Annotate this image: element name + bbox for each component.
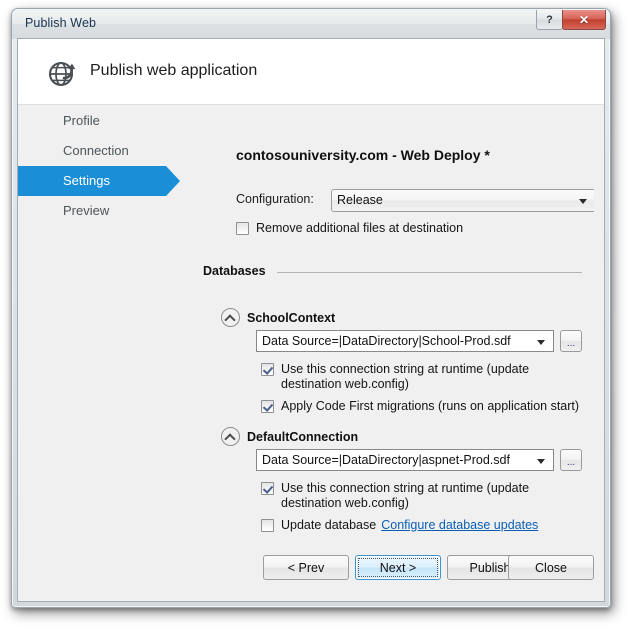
- prev-button[interactable]: < Prev: [263, 555, 349, 580]
- close-dialog-button[interactable]: Close: [508, 555, 594, 580]
- close-icon[interactable]: ✕: [562, 10, 606, 30]
- focus-ring: [358, 558, 438, 577]
- checkbox-box: [261, 519, 274, 532]
- checkbox-box: [236, 222, 249, 235]
- connection-string-row: Data Source=|DataDirectory|aspnet-Prod.s…: [256, 449, 582, 471]
- chevron-down-icon: [537, 459, 545, 464]
- checkbox-label: Update database: [281, 518, 377, 532]
- publish-web-dialog: Publish Web ? ✕ Publish web application: [11, 8, 611, 608]
- chevron-down-icon: [579, 199, 587, 204]
- sidebar-item-label: Settings: [63, 173, 110, 188]
- checkbox-box: [261, 400, 274, 413]
- sidebar-item-profile[interactable]: Profile: [18, 106, 203, 136]
- connection-string-value: Data Source=|DataDirectory|School-Prod.s…: [262, 334, 511, 348]
- database-name: DefaultConnection: [247, 429, 359, 444]
- wizard-sidebar: Profile Connection Settings Preview: [18, 106, 203, 601]
- chevron-up-icon[interactable]: [221, 308, 240, 327]
- use-connection-string-checkbox[interactable]: Use this connection string at runtime (u…: [261, 362, 582, 392]
- configuration-select[interactable]: Release: [331, 189, 594, 212]
- sidebar-item-label: Preview: [63, 203, 110, 218]
- sidebar-item-label: Profile: [63, 113, 100, 128]
- checkbox-box: [261, 363, 274, 376]
- sidebar-item-connection[interactable]: Connection: [18, 136, 203, 166]
- remove-additional-files-checkbox[interactable]: Remove additional files at destination: [236, 221, 463, 236]
- button-label: Publish: [469, 560, 511, 575]
- sidebar-item-settings[interactable]: Settings: [18, 166, 180, 196]
- chevron-down-icon: [537, 340, 545, 345]
- next-button[interactable]: Next >: [355, 555, 441, 580]
- configuration-row: Configuration: Release: [236, 189, 594, 212]
- page-title: contosouniversity.com - Web Deploy *: [236, 147, 490, 163]
- sidebar-item-label: Connection: [63, 143, 129, 158]
- settings-panel: contosouniversity.com - Web Deploy * Con…: [203, 106, 594, 543]
- databases-legend: Databases: [203, 264, 266, 278]
- database-header[interactable]: SchoolContext: [221, 308, 335, 327]
- update-database-checkbox[interactable]: Update database Configure database updat…: [261, 518, 582, 533]
- group-divider: [277, 272, 582, 273]
- header-title: Publish web application: [90, 62, 258, 79]
- apply-code-first-migrations-checkbox[interactable]: Apply Code First migrations (runs on app…: [261, 399, 582, 414]
- connection-string-row: Data Source=|DataDirectory|School-Prod.s…: [256, 330, 582, 352]
- connection-string-input[interactable]: Data Source=|DataDirectory|aspnet-Prod.s…: [256, 449, 554, 471]
- button-label: < Prev: [287, 560, 325, 575]
- checkbox-label: Use this connection string at runtime (u…: [281, 481, 530, 510]
- globe-publish-icon: [46, 56, 80, 90]
- connection-string-value: Data Source=|DataDirectory|aspnet-Prod.s…: [262, 453, 510, 467]
- configuration-label: Configuration:: [236, 192, 314, 206]
- dialog-header: Publish web application: [18, 39, 604, 105]
- browse-button[interactable]: ...: [560, 330, 582, 352]
- sidebar-item-preview[interactable]: Preview: [18, 196, 203, 226]
- checkbox-label: Use this connection string at runtime (u…: [281, 362, 530, 391]
- dialog-client-area: Publish web application Profile Connecti…: [17, 38, 605, 602]
- connection-string-input[interactable]: Data Source=|DataDirectory|School-Prod.s…: [256, 330, 554, 352]
- title-bar: Publish Web ? ✕: [12, 9, 610, 39]
- checkbox-label: Apply Code First migrations (runs on app…: [281, 399, 580, 413]
- chevron-up-icon[interactable]: [221, 427, 240, 446]
- database-name: SchoolContext: [247, 310, 336, 325]
- configure-database-updates-link[interactable]: Configure database updates: [381, 518, 538, 533]
- button-label: Close: [535, 560, 567, 575]
- checkbox-label: Remove additional files at destination: [256, 221, 464, 235]
- dialog-footer: < Prev Next > Publish Close: [18, 543, 604, 601]
- help-icon[interactable]: ?: [536, 10, 563, 30]
- configuration-value: Release: [337, 193, 383, 207]
- use-connection-string-checkbox[interactable]: Use this connection string at runtime (u…: [261, 481, 582, 511]
- database-header[interactable]: DefaultConnection: [221, 427, 358, 446]
- checkbox-box: [261, 482, 274, 495]
- window-title: Publish Web: [25, 16, 97, 30]
- browse-button[interactable]: ...: [560, 449, 582, 471]
